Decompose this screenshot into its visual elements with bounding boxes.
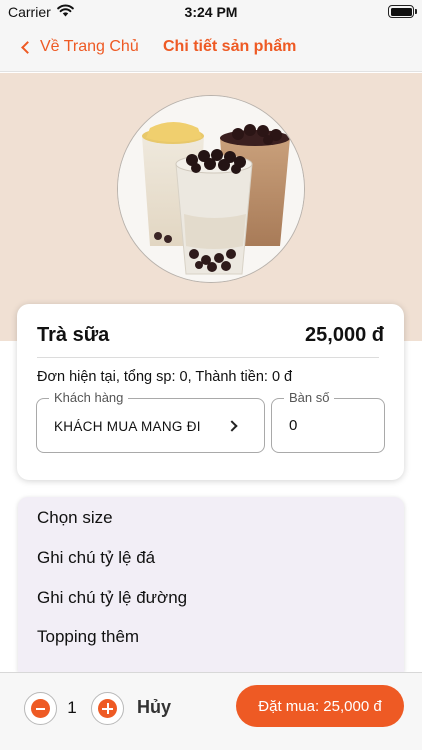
product-name: Trà sữa (37, 324, 110, 346)
chevron-left-icon (21, 41, 34, 54)
page-title: Chi tiết sản phẩm (163, 38, 297, 55)
product-info-card: Trà sữa 25,000 đ Đơn hiện tại, tổng sp: … (17, 304, 404, 480)
product-price: 25,000 đ (305, 324, 384, 346)
customer-label: Khách hàng (49, 390, 129, 405)
back-button-label: Về Trang Chủ (40, 38, 139, 55)
bottom-action-bar: 1 Hủy Đặt mua: 25,000 đ (0, 672, 422, 750)
option-extra-topping[interactable]: Topping thêm (37, 627, 139, 647)
back-button[interactable]: Về Trang Chủ (20, 38, 139, 56)
customer-select[interactable]: Khách hàng KHÁCH MUA MANG ĐI (36, 390, 265, 453)
status-bar: Carrier 3:24 PM (0, 0, 422, 24)
minus-icon (31, 699, 50, 718)
table-number-value[interactable]: 0 (289, 417, 297, 434)
option-ice-note[interactable]: Ghi chú tỷ lệ đá (37, 548, 155, 568)
cancel-button[interactable]: Hủy (137, 697, 171, 718)
chevron-right-icon (226, 420, 238, 432)
navigation-bar: Về Trang Chủ Chi tiết sản phẩm (0, 24, 422, 72)
option-sugar-note[interactable]: Ghi chú tỷ lệ đường (37, 588, 187, 608)
option-choose-size[interactable]: Chọn size (37, 508, 113, 528)
quantity-value: 1 (67, 698, 77, 717)
battery-icon (388, 5, 417, 18)
plus-icon (98, 699, 117, 718)
order-summary: Đơn hiện tại, tổng sp: 0, Thành tiền: 0 … (37, 369, 293, 385)
increase-quantity-button[interactable] (91, 692, 124, 725)
product-hero (0, 73, 422, 341)
place-order-button[interactable]: Đặt mua: 25,000 đ (236, 685, 404, 727)
divider (37, 357, 379, 358)
customer-value: KHÁCH MUA MANG ĐI (54, 419, 201, 434)
table-number-field[interactable]: Bàn số 0 (271, 390, 385, 453)
options-list: Chọn size Ghi chú tỷ lệ đá Ghi chú tỷ lệ… (18, 497, 404, 672)
product-image (117, 95, 305, 283)
table-number-label: Bàn số (284, 390, 335, 405)
decrease-quantity-button[interactable] (24, 692, 57, 725)
clock: 3:24 PM (184, 4, 238, 20)
